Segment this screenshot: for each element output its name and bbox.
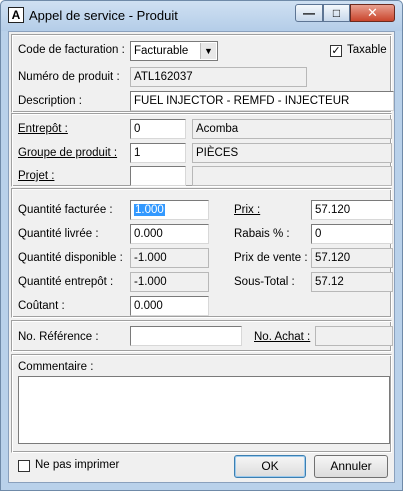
chevron-down-icon[interactable]: ▼: [200, 43, 216, 59]
dialog-window: A Appel de service - Produit — □ ✕ Code …: [0, 0, 403, 491]
reference-panel: No. Référence : No. Achat :: [11, 320, 393, 352]
billed-qty-value: 1.000: [134, 204, 165, 216]
billing-code-select[interactable]: Facturable ▼: [130, 41, 218, 61]
billing-code-value: Facturable: [134, 45, 189, 57]
warehouse-name-field: Acomba: [192, 119, 392, 139]
no-print-checkbox[interactable]: [18, 460, 30, 472]
project-label[interactable]: Projet :: [18, 170, 54, 182]
description-field[interactable]: FUEL INJECTOR - REMFD - INJECTEUR: [130, 91, 394, 111]
taxable-checkbox[interactable]: ✓: [330, 45, 342, 57]
comment-label: Commentaire :: [18, 361, 94, 373]
ok-button[interactable]: OK: [234, 455, 306, 478]
comment-textarea[interactable]: [18, 376, 390, 444]
delivered-qty-field[interactable]: 0.000: [130, 224, 209, 244]
cost-field[interactable]: 0.000: [130, 296, 209, 316]
minimize-button[interactable]: —: [295, 4, 323, 22]
product-group-label[interactable]: Groupe de produit :: [18, 147, 117, 159]
sale-price-label: Prix de vente :: [234, 252, 308, 264]
quantities-panel: Quantité facturée : 1.000 Quantité livré…: [11, 188, 393, 318]
subtotal-label: Sous-Total :: [234, 276, 295, 288]
taxable-label: Taxable: [347, 44, 387, 56]
comment-panel: Commentaire :: [11, 354, 392, 453]
product-panel: Code de facturation : Facturable ▼ ✓ Tax…: [11, 34, 394, 113]
description-label: Description :: [18, 95, 82, 107]
billed-qty-label: Quantité facturée :: [18, 204, 113, 216]
billed-qty-field[interactable]: 1.000: [130, 200, 209, 220]
sale-price-field: 57.120: [311, 248, 393, 268]
billing-code-label: Code de facturation :: [18, 44, 125, 56]
discount-field[interactable]: 0: [311, 224, 393, 244]
app-icon: A: [8, 7, 24, 23]
maximize-button[interactable]: □: [323, 4, 350, 22]
subtotal-field: 57.12: [311, 272, 393, 292]
purchase-number-field: [315, 326, 393, 346]
cancel-button[interactable]: Annuler: [314, 455, 388, 478]
cost-label: Coûtant :: [18, 300, 65, 312]
price-label[interactable]: Prix :: [234, 204, 260, 216]
available-qty-label: Quantité disponible :: [18, 252, 123, 264]
minimize-icon: —: [303, 6, 315, 20]
reference-field[interactable]: [130, 326, 242, 346]
warehouse-code-field[interactable]: 0: [130, 119, 186, 139]
dialog-body: Code de facturation : Facturable ▼ ✓ Tax…: [8, 31, 395, 483]
price-field[interactable]: 57.120: [311, 200, 393, 220]
product-number-label: Numéro de produit :: [18, 71, 120, 83]
warehouse-qty-field: -1.000: [130, 272, 209, 292]
project-name-field: [192, 166, 392, 186]
purchase-number-label[interactable]: No. Achat :: [254, 331, 310, 343]
no-print-label: Ne pas imprimer: [35, 459, 120, 471]
title-bar[interactable]: A Appel de service - Produit — □ ✕: [1, 1, 402, 31]
available-qty-field: -1.000: [130, 248, 209, 268]
project-code-field[interactable]: [130, 166, 186, 186]
discount-label: Rabais % :: [234, 228, 290, 240]
close-icon: ✕: [367, 5, 378, 20]
product-group-name-field: PIÈCES: [192, 143, 392, 163]
close-button[interactable]: ✕: [350, 4, 395, 22]
warehouse-label[interactable]: Entrepôt :: [18, 123, 68, 135]
product-number-field: ATL162037: [130, 67, 307, 87]
warehouse-qty-label: Quantité entrepôt :: [18, 276, 114, 288]
reference-label: No. Référence :: [18, 331, 99, 343]
window-title: Appel de service - Produit: [29, 8, 178, 23]
location-panel: Entrepôt : 0 Acomba Groupe de produit : …: [11, 113, 392, 187]
product-group-code-field[interactable]: 1: [130, 143, 186, 163]
delivered-qty-label: Quantité livrée :: [18, 228, 99, 240]
maximize-icon: □: [332, 6, 341, 20]
